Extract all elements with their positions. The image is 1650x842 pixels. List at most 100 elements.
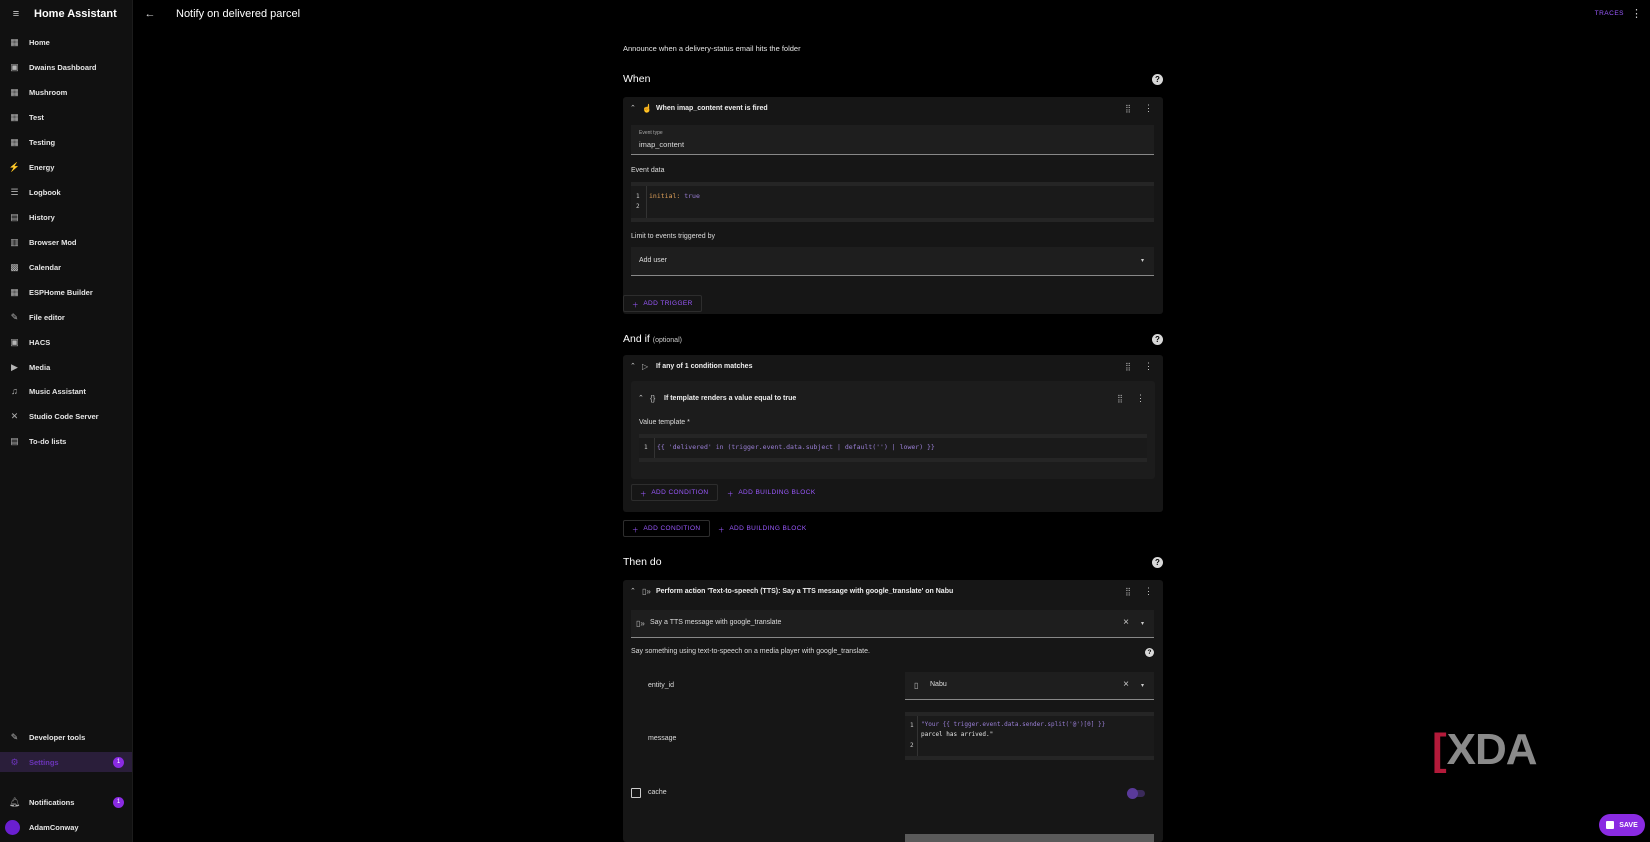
drag-handle-icon[interactable]: ⣿: [1125, 362, 1131, 371]
value-template-label: Value template *: [639, 419, 690, 426]
condition-header-text: If any of 1 condition matches: [656, 362, 753, 370]
sidebar-item-hacs[interactable]: ▣ HACS: [0, 332, 132, 352]
close-icon[interactable]: ×: [1123, 617, 1129, 628]
sidebar-item-todo-lists[interactable]: ▤ To-do lists: [0, 431, 132, 451]
tts-icon: ▯»: [636, 619, 645, 628]
save-button[interactable]: SAVE: [1599, 814, 1645, 836]
value-template-editor[interactable]: 1 {{ 'delivered' in (trigger.event.data.…: [639, 434, 1147, 462]
event-type-value: imap_content: [639, 140, 685, 149]
sidebar-item-label: Developer tools: [29, 732, 86, 742]
sidebar-item-studio-code-server[interactable]: ✕ Studio Code Server: [0, 406, 132, 426]
drag-handle-icon[interactable]: ⣿: [1117, 394, 1123, 403]
line-number: 1: [644, 444, 648, 451]
message-code-line: "Your {{ trigger.event.data.sender.split…: [921, 721, 1106, 728]
sidebar-item-label: HACS: [29, 337, 51, 347]
inner-add-condition-button[interactable]: ＋ ADD CONDITION: [631, 484, 718, 501]
vscode-icon: ✕: [10, 410, 19, 421]
add-condition-button[interactable]: ＋ ADD CONDITION: [623, 520, 710, 537]
help-icon[interactable]: ?: [1152, 74, 1163, 85]
entity-id-select[interactable]: ▯ Nabu × ▾: [905, 672, 1154, 700]
chevron-up-icon[interactable]: ⌃: [638, 394, 644, 402]
next-field-box[interactable]: [905, 834, 1154, 842]
add-trigger-button[interactable]: ＋ ADD TRIGGER: [623, 295, 702, 312]
help-icon[interactable]: ?: [1152, 557, 1163, 568]
sidebar-item-media[interactable]: ▶ Media: [0, 357, 132, 377]
inner-add-building-block-button[interactable]: ＋ ADD BUILDING BLOCK: [727, 485, 816, 500]
sidebar-item-file-editor[interactable]: ✎ File editor: [0, 307, 132, 327]
sidebar-item-logbook[interactable]: ☰ Logbook: [0, 182, 132, 202]
sidebar-item-label: Studio Code Server: [29, 411, 99, 421]
trigger-card: ⌃ ☝ When imap_content event is fired ⣿ ⋮…: [623, 97, 1163, 314]
sidebar-item-test[interactable]: ▦ Test: [0, 107, 132, 127]
more-vert-icon[interactable]: ⋮: [1136, 393, 1145, 404]
sidebar-item-browser-mod[interactable]: ▥ Browser Mod: [0, 232, 132, 252]
grid-icon: ▦: [10, 111, 19, 122]
hammer-icon: ✎: [10, 731, 19, 742]
more-vert-icon[interactable]: ⋮: [1144, 103, 1153, 114]
more-vert-icon[interactable]: ⋮: [1631, 7, 1642, 20]
event-data-editor[interactable]: 1 2 initial: true: [631, 182, 1154, 222]
optional-label: (optional): [652, 337, 682, 344]
play-outline-icon: ▷: [642, 361, 649, 371]
traces-button[interactable]: TRACES: [1595, 10, 1624, 17]
settings-badge: 1: [113, 756, 124, 768]
sidebar-item-energy[interactable]: ⚡ Energy: [0, 157, 132, 177]
wrench-icon: ✎: [10, 311, 19, 322]
sidebar-item-dwains-dashboard[interactable]: ▣ Dwains Dashboard: [0, 57, 132, 77]
sidebar-item-label: Mushroom: [29, 87, 68, 97]
xda-watermark: [ XDA: [1432, 725, 1538, 774]
add-building-block-button[interactable]: ＋ ADD BUILDING BLOCK: [718, 521, 807, 536]
sidebar-item-esphome-builder[interactable]: ▦ ESPHome Builder: [0, 282, 132, 302]
event-data-label: Event data: [631, 167, 665, 174]
browser-icon: ▥: [10, 236, 19, 247]
chevron-up-icon[interactable]: ⌃: [630, 362, 636, 370]
sidebar-item-label: Notifications: [29, 797, 75, 807]
back-arrow-icon[interactable]: ←: [143, 7, 157, 21]
sidebar-item-notifications[interactable]: 🔔︎ Notifications 1: [0, 792, 132, 812]
trigger-header[interactable]: ⌃ ☝ When imap_content event is fired ⣿ ⋮: [623, 97, 1163, 119]
sidebar-item-home[interactable]: ▦ Home: [0, 32, 132, 52]
more-vert-icon[interactable]: ⋮: [1144, 361, 1153, 372]
xda-logo-bracket: [: [1432, 725, 1447, 774]
condition-card: ⌃ ▷ If any of 1 condition matches ⣿ ⋮ ⌃ …: [623, 355, 1163, 512]
sidebar-item-user[interactable]: AdamConway: [0, 817, 132, 837]
top-bar: ← Notify on delivered parcel TRACES ⋮: [133, 0, 1650, 28]
sidebar-item-settings[interactable]: ⚙ Settings 1: [0, 752, 132, 772]
condition-header[interactable]: ⌃ ▷ If any of 1 condition matches ⣿ ⋮: [623, 355, 1163, 377]
help-icon[interactable]: ?: [1152, 334, 1163, 345]
sidebar-item-developer-tools[interactable]: ✎ Developer tools: [0, 727, 132, 747]
dropdown-arrow-icon: ▾: [1140, 621, 1144, 627]
close-icon[interactable]: ×: [1123, 679, 1129, 690]
action-select[interactable]: ▯» Say a TTS message with google_transla…: [631, 610, 1154, 638]
cache-checkbox[interactable]: [631, 788, 641, 798]
add-condition-label: ADD CONDITION: [651, 489, 709, 496]
sidebar-item-music-assistant[interactable]: ♫ Music Assistant: [0, 381, 132, 401]
dashboard-icon: ▣: [10, 61, 19, 72]
chevron-up-icon[interactable]: ⌃: [630, 104, 636, 112]
help-icon[interactable]: ?: [1145, 648, 1154, 657]
entity-value: Nabu: [930, 681, 947, 688]
hacs-icon: ▣: [10, 336, 19, 347]
lightning-icon: ⚡: [8, 161, 21, 172]
action-card: ⌃ ▯» Perform action 'Text-to-speech (TTS…: [623, 580, 1163, 842]
event-type-field[interactable]: Event type imap_content: [631, 125, 1154, 155]
entity-id-label: entity_id: [648, 682, 675, 689]
add-user-select[interactable]: Add user ▾: [631, 247, 1154, 276]
cache-toggle[interactable]: [1127, 788, 1145, 799]
drag-handle-icon[interactable]: ⣿: [1125, 104, 1131, 113]
sidebar-item-history[interactable]: ▤ History: [0, 207, 132, 227]
sidebar-item-testing[interactable]: ▦ Testing: [0, 132, 132, 152]
chevron-up-icon[interactable]: ⌃: [630, 587, 636, 595]
drag-handle-icon[interactable]: ⣿: [1125, 587, 1131, 596]
action-header[interactable]: ⌃ ▯» Perform action 'Text-to-speech (TTS…: [623, 580, 1163, 602]
code-braces-icon: {}: [650, 393, 656, 403]
menu-icon[interactable]: ≡: [9, 7, 23, 21]
sidebar-item-label: ESPHome Builder: [29, 287, 93, 297]
template-condition-header[interactable]: ⌃ {} If template renders a value equal t…: [631, 387, 1155, 409]
sidebar-item-mushroom[interactable]: ▦ Mushroom: [0, 82, 132, 102]
message-editor[interactable]: 1 2 "Your {{ trigger.event.data.sender.s…: [905, 712, 1154, 760]
chart-icon: ▤: [10, 211, 19, 222]
sidebar-item-calendar[interactable]: ▩ Calendar: [0, 257, 132, 277]
code-gutter: [646, 186, 647, 218]
more-vert-icon[interactable]: ⋮: [1144, 586, 1153, 597]
